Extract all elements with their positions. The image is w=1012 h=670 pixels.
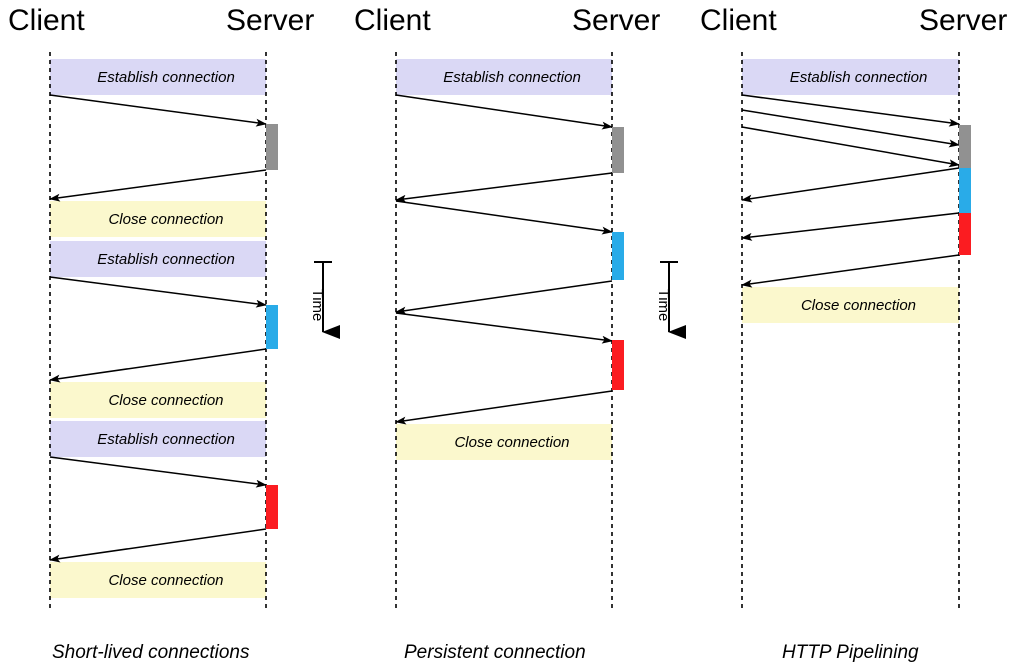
server-header-label: Server: [919, 4, 1007, 37]
request-arrow: [49, 456, 267, 488]
time-axis-1: Time: [655, 261, 686, 339]
response-arrow: [395, 172, 613, 203]
server-activity-bar: [266, 124, 278, 170]
client-header-label: Client: [354, 4, 431, 37]
panel-caption: HTTP Pipelining: [782, 642, 919, 663]
panel-pipelining: Establish connection Close connection Clie…: [700, 4, 1007, 663]
server-activity-bar: [612, 127, 624, 173]
close-band-label: Close connection: [108, 572, 223, 589]
response-arrow: [49, 169, 267, 202]
panel-short-lived: Establish connection Close connection Esta…: [8, 4, 314, 663]
server-activity-bar: [612, 340, 624, 390]
establish-band-label: Establish connection: [443, 69, 581, 86]
panel-caption: Short-lived connections: [52, 642, 250, 663]
server-header-label: Server: [572, 4, 660, 37]
server-activity-bar: [266, 305, 278, 349]
panel-caption: Persistent connection: [404, 642, 586, 663]
response-arrow: [395, 390, 613, 425]
request-arrow: [49, 94, 267, 127]
band-close-5: Close connection: [50, 562, 266, 598]
panels-layer: Establish connectionClose connectionEsta…: [8, 4, 1007, 663]
close-band-label: Close connection: [801, 297, 916, 314]
response-arrow: [49, 528, 267, 563]
client-header-label: Client: [700, 4, 777, 37]
band-close-3: Close connection: [50, 382, 266, 418]
request-arrow: [395, 312, 613, 344]
band-close-1: Close connection: [396, 424, 612, 460]
band-establish-0: Establish connection: [396, 59, 612, 95]
server-activity-bar: [612, 232, 624, 280]
request-arrow: [49, 276, 267, 308]
request-arrow: [395, 94, 613, 130]
response-arrow: [741, 167, 960, 203]
diagram-canvas: Establish connection Close connection Esta…: [0, 0, 1012, 670]
establish-band-label: Establish connection: [97, 431, 235, 448]
client-header-label: Client: [8, 4, 85, 37]
request-arrow: [741, 109, 960, 148]
server-activity-bar: [959, 168, 971, 213]
band-close-1: Close connection: [742, 287, 959, 323]
server-header-label: Server: [226, 4, 314, 37]
band-establish-0: Establish connection: [742, 59, 959, 95]
request-arrow: [741, 94, 960, 127]
close-band-label: Close connection: [108, 392, 223, 409]
establish-band-label: Establish connection: [97, 251, 235, 268]
close-band-label: Close connection: [108, 211, 223, 228]
time-axis-label: Time: [309, 289, 326, 322]
request-arrow: [395, 200, 613, 235]
response-arrow: [741, 212, 960, 241]
response-arrow: [49, 348, 267, 383]
band-establish-2: Establish connection: [50, 241, 266, 277]
server-activity-bar: [959, 213, 971, 255]
time-axis-0: Time: [309, 261, 340, 339]
response-arrow: [395, 280, 613, 315]
time-axis-label: Time: [655, 289, 672, 322]
establish-band-label: Establish connection: [790, 69, 928, 86]
response-arrow: [741, 254, 960, 288]
close-band-label: Close connection: [454, 434, 569, 451]
band-establish-0: Establish connection: [50, 59, 266, 95]
request-arrow: [741, 126, 960, 168]
http-connection-models-diagram: Establish connectionClose connectionEsta…: [8, 4, 1007, 663]
server-activity-bar: [959, 125, 971, 168]
establish-band-label: Establish connection: [97, 69, 235, 86]
server-activity-bar: [266, 485, 278, 529]
band-close-1: Close connection: [50, 201, 266, 237]
band-establish-4: Establish connection: [50, 421, 266, 457]
panel-persistent: Establish connection Close connection Clie…: [354, 4, 660, 663]
